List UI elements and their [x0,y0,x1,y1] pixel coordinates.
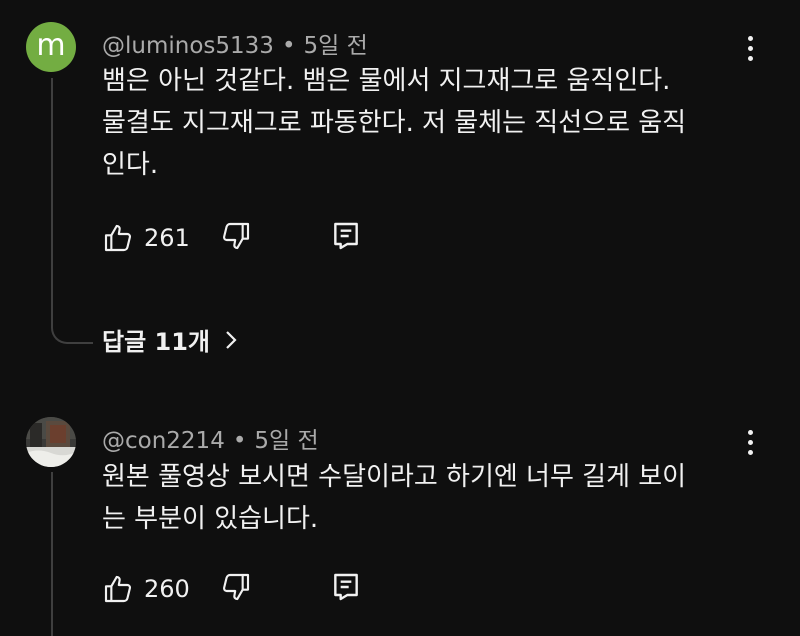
thumb-up-icon [104,224,132,252]
comment-line: 뱀은 아닌 것같다. 뱀은 물에서 지그재그로 움직인다. [102,66,671,96]
author-handle[interactable]: @luminos5133 [102,33,274,59]
replies-label: 답글 11개 [102,328,210,356]
separator: • [232,428,247,454]
timestamp[interactable]: 5일 전 [304,33,368,59]
thread-curve [51,300,93,344]
like-button[interactable]: 261 [102,222,190,254]
thumb-up-icon [104,575,132,603]
like-button[interactable]: 260 [102,573,190,605]
thread-line [51,78,53,302]
author-handle[interactable]: @con2214 [102,428,225,454]
avatar[interactable]: m [26,22,76,72]
thumb-down-icon [222,222,250,250]
timestamp[interactable]: 5일 전 [254,428,318,454]
comment-line: 물결도 지그재그로 파동한다. 저 물체는 직선으로 움직 [102,108,687,138]
reply-button[interactable] [330,571,362,607]
comment-icon [334,222,358,250]
comment-actions: 261 [102,218,358,258]
reply-button[interactable] [330,220,362,256]
thumb-down-icon [222,573,250,601]
dislike-button[interactable] [220,220,252,256]
comment-text: 원본 풀영상 보시면 수달이라고 하기엔 너무 길게 보이 는 부분이 있습니다… [102,456,742,540]
like-count: 261 [144,224,190,252]
comment-line: 는 부분이 있습니다. [102,504,319,534]
comment-header: @con2214 • 5일 전 [102,421,319,455]
avatar[interactable] [26,417,76,467]
comment-header: @luminos5133 • 5일 전 [102,26,368,60]
comment-icon [334,573,358,601]
like-count: 260 [144,575,190,603]
separator: • [281,33,296,59]
comment-text: 뱀은 아닌 것같다. 뱀은 물에서 지그재그로 움직인다. 물결도 지그재그로 … [102,60,742,186]
view-replies-button[interactable]: 답글 11개 [102,322,238,357]
thread-line-2 [51,472,53,636]
avatar-photo [26,417,76,467]
comment-actions: 260 [102,569,358,609]
comment-line: 인다. [102,150,159,180]
chevron-right-icon [226,330,237,349]
dislike-button[interactable] [220,571,252,607]
comment-line: 원본 풀영상 보시면 수달이라고 하기엔 너무 길게 보이 [102,462,687,492]
